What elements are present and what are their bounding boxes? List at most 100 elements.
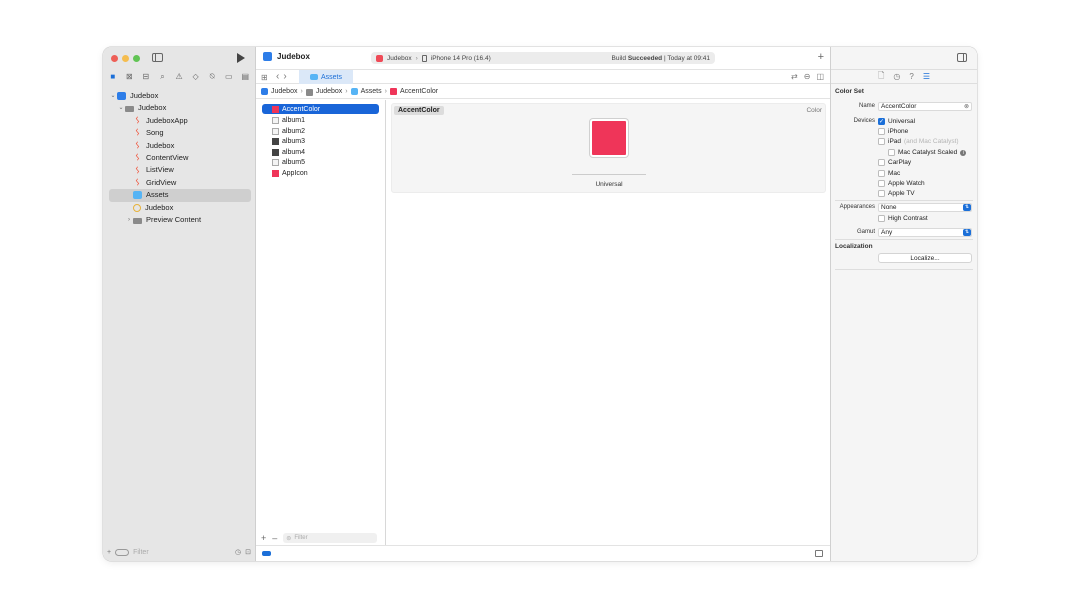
tree-item-file[interactable]: ᛊ GridView bbox=[109, 177, 251, 189]
asset-item-accentcolor[interactable]: AccentColor bbox=[262, 104, 379, 114]
asset-item[interactable]: album5 bbox=[262, 157, 379, 167]
attributes-icon[interactable]: ☰ bbox=[923, 72, 930, 81]
sidebar-toggle-icon[interactable] bbox=[152, 53, 163, 62]
asset-detail: AccentColor Color Universal bbox=[387, 100, 830, 545]
checkbox[interactable] bbox=[878, 180, 885, 187]
checkbox[interactable] bbox=[878, 128, 885, 135]
asset-item[interactable]: album2 bbox=[262, 126, 379, 136]
test-icon[interactable]: ◇ bbox=[190, 71, 202, 83]
debug-icon[interactable]: ⍉ bbox=[206, 71, 218, 83]
appearances-popup[interactable]: None ⇅ bbox=[878, 203, 972, 212]
scheme-name[interactable]: Judebox bbox=[387, 55, 412, 62]
chevron-down-icon[interactable]: ⌄ bbox=[117, 102, 125, 114]
search-icon[interactable]: ⌕ bbox=[157, 71, 169, 83]
back-forward-icon[interactable]: ‹› bbox=[276, 71, 291, 82]
add-icon[interactable]: + bbox=[107, 549, 111, 556]
gamut-label: Gamut bbox=[856, 229, 875, 235]
localize-button[interactable]: Localize... bbox=[878, 253, 972, 263]
popup-arrows-icon: ⇅ bbox=[963, 229, 971, 236]
tree-item-assets[interactable]: Assets bbox=[109, 189, 251, 202]
checkbox[interactable] bbox=[878, 215, 885, 222]
inspector-toggle-icon[interactable] bbox=[957, 53, 967, 62]
tree-item-group[interactable]: ⌄ Judebox bbox=[109, 102, 251, 114]
breadcrumb-item[interactable]: Judebox bbox=[316, 88, 342, 95]
clear-icon[interactable]: ⊗ bbox=[964, 103, 969, 111]
gamut-popup[interactable]: Any ⇅ bbox=[878, 228, 972, 237]
related-items-icon[interactable]: ⇄ bbox=[791, 72, 798, 81]
tree-item-file[interactable]: ᛊ ContentView bbox=[109, 152, 251, 164]
tree-item-file[interactable]: ᛊ ListView bbox=[109, 164, 251, 176]
project-icon bbox=[261, 88, 268, 95]
debug-area-icon[interactable] bbox=[262, 551, 271, 556]
tree-item-file[interactable]: ᛊ JudeboxApp bbox=[109, 115, 251, 127]
device-mac-catalyst-scaled[interactable]: Mac Catalyst Scaled i bbox=[888, 148, 967, 157]
device-universal[interactable]: ✓ Universal bbox=[878, 117, 915, 126]
asset-item[interactable]: album1 bbox=[262, 115, 379, 125]
asset-item[interactable]: album3 bbox=[262, 136, 379, 146]
folder-icon bbox=[125, 106, 134, 113]
xcode-window: ■ ⊠ ⊟ ⌕ ⚠ ◇ ⍉ ▭ ▤ ⌄ Judebox ⌄ Judebox ᛊ bbox=[103, 47, 977, 561]
high-contrast-option[interactable]: High Contrast bbox=[878, 214, 928, 223]
filter-placeholder: Filter bbox=[133, 548, 149, 556]
asset-item[interactable]: AppIcon bbox=[262, 168, 379, 178]
history-icon[interactable]: ◷ bbox=[893, 72, 900, 81]
add-asset-icon[interactable]: + bbox=[261, 533, 266, 543]
close-window-button[interactable] bbox=[111, 55, 118, 62]
device-mac[interactable]: Mac bbox=[878, 169, 900, 178]
device-apple-tv[interactable]: Apple TV bbox=[878, 189, 915, 198]
checkbox[interactable] bbox=[878, 170, 885, 177]
breadcrumb-item[interactable]: Assets bbox=[361, 88, 382, 95]
help-icon[interactable]: ? bbox=[909, 72, 913, 81]
minimize-window-button[interactable] bbox=[122, 55, 129, 62]
file-inspector-icon[interactable]: 🗋 bbox=[878, 70, 884, 84]
run-destination[interactable]: iPhone 14 Pro (16.4) bbox=[431, 55, 491, 62]
color-swatch[interactable] bbox=[590, 119, 628, 157]
navigator-filter[interactable]: Filter bbox=[115, 547, 231, 557]
warning-icon[interactable]: ⚠ bbox=[173, 71, 185, 83]
checkbox[interactable] bbox=[878, 159, 885, 166]
source-control-icon[interactable]: ⊠ bbox=[124, 71, 136, 83]
editor-area: Judebox Judebox › iPhone 14 Pro (16.4) B… bbox=[256, 47, 830, 561]
more-options-icon[interactable]: ⊖ bbox=[804, 72, 811, 81]
scm-filter-icon[interactable]: ⊡ bbox=[245, 548, 251, 556]
asset-filter-input[interactable]: ⊜ Filter bbox=[283, 533, 378, 543]
tab-label: Assets bbox=[320, 73, 342, 81]
chevron-right-icon[interactable]: › bbox=[125, 214, 133, 226]
chevron-down-icon[interactable]: ⌄ bbox=[109, 90, 117, 102]
recent-files-icon[interactable]: ◷ bbox=[235, 548, 241, 556]
library-add-icon[interactable]: + bbox=[818, 51, 824, 63]
breadcrumb-item[interactable]: AccentColor bbox=[400, 88, 438, 95]
info-icon[interactable]: i bbox=[960, 149, 967, 156]
asset-item[interactable]: album4 bbox=[262, 147, 379, 157]
checkbox-checked[interactable]: ✓ bbox=[878, 118, 885, 125]
checkbox[interactable] bbox=[888, 149, 895, 156]
tree-item-file[interactable]: Judebox bbox=[109, 202, 251, 214]
tree-item-project[interactable]: ⌄ Judebox bbox=[109, 90, 251, 102]
tab-assets[interactable]: Assets bbox=[299, 70, 353, 84]
device-apple-watch[interactable]: Apple Watch bbox=[878, 179, 925, 188]
folder-icon[interactable]: ■ bbox=[107, 71, 119, 83]
activity-view[interactable]: Judebox › iPhone 14 Pro (16.4) Build Suc… bbox=[371, 52, 715, 64]
tree-item-file[interactable]: ᛊ Judebox bbox=[109, 140, 251, 152]
project-icon bbox=[263, 52, 272, 61]
checkbox[interactable] bbox=[878, 190, 885, 197]
breadcrumb-item[interactable]: Judebox bbox=[271, 88, 297, 95]
symbol-icon[interactable]: ⊟ bbox=[140, 71, 152, 83]
device-iphone[interactable]: iPhone bbox=[878, 127, 908, 136]
breakpoint-icon[interactable]: ▭ bbox=[223, 71, 235, 83]
device-carplay[interactable]: CarPlay bbox=[878, 158, 911, 167]
zoom-window-button[interactable] bbox=[133, 55, 140, 62]
filter-options-icon[interactable] bbox=[115, 548, 130, 556]
tree-item-group[interactable]: › Preview Content bbox=[109, 214, 251, 226]
tree-item-file[interactable]: ᛊ Song bbox=[109, 127, 251, 139]
panel-toggle-icon[interactable] bbox=[815, 550, 823, 557]
split-editor-icon[interactable]: ◫ bbox=[816, 72, 824, 81]
checkbox[interactable] bbox=[878, 138, 885, 145]
device-ipad[interactable]: iPad (and Mac Catalyst) bbox=[878, 137, 959, 146]
remove-asset-icon[interactable]: – bbox=[272, 533, 277, 543]
grid-icon[interactable]: ⊞ bbox=[261, 73, 268, 82]
filter-icon: ⊜ bbox=[286, 535, 292, 542]
name-field[interactable]: AccentColor ⊗ bbox=[878, 102, 972, 111]
report-icon[interactable]: ▤ bbox=[240, 71, 252, 83]
run-icon[interactable] bbox=[237, 53, 245, 63]
